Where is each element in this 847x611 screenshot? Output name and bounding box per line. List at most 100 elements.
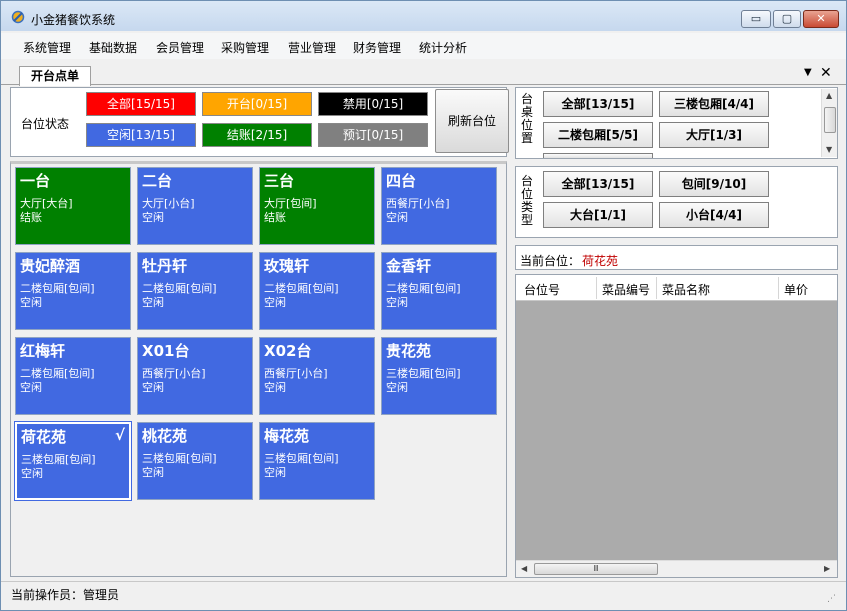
table-status: 空闲 — [386, 381, 408, 394]
table-area: 二楼包厢[包间] — [386, 282, 461, 295]
status-free-button[interactable]: 空闲[13/15] — [86, 123, 196, 147]
table-tile[interactable]: 二台大厅[小台] 空闲 — [137, 167, 253, 245]
type-private-room-button[interactable]: 包间[9/10] — [659, 171, 769, 197]
table-status: 空闲 — [264, 296, 286, 309]
table-area: 大厅[大台] — [20, 197, 73, 210]
minimize-button[interactable]: ▭ — [741, 10, 771, 28]
menu-bar: 系统管理 基础数据 会员管理 采购管理 营业管理 财务管理 统计分析 — [1, 33, 846, 59]
table-area: 二楼包厢[包间] — [20, 282, 95, 295]
menu-system[interactable]: 系统管理 — [23, 39, 71, 56]
menu-finance[interactable]: 财务管理 — [353, 39, 401, 56]
status-disabled-button[interactable]: 禁用[0/15] — [318, 92, 428, 116]
table-area: 大厅[小台] — [142, 197, 195, 210]
table-name: 牡丹轩 — [142, 257, 188, 275]
scroll-down-icon[interactable]: ▼ — [826, 145, 832, 154]
location-all-button[interactable]: 全部[13/15] — [543, 91, 653, 117]
table-name: X01台 — [142, 342, 190, 360]
table-tile[interactable]: 红梅轩二楼包厢[包间] 空闲 — [15, 337, 131, 415]
current-table-bar: 当前台位： 荷花苑 — [515, 245, 838, 270]
title-bar: 小金猪餐饮系统 ▭ ▢ ✕ — [1, 1, 846, 31]
table-tile[interactable]: 荷花苑三楼包厢[包间] 空闲 √ — [14, 421, 132, 501]
scroll-right-icon[interactable]: ▶ — [824, 564, 830, 573]
refresh-tables-button[interactable]: 刷新台位 — [435, 89, 509, 153]
table-area: 三楼包厢[包间] — [264, 452, 339, 465]
table-name: 荷花苑 — [21, 428, 67, 446]
table-tile[interactable]: 桃花苑 三楼包厢[包间] 空闲 — [137, 422, 253, 500]
table-tile[interactable]: X01台西餐厅[小台] 空闲 — [137, 337, 253, 415]
hscroll-thumb[interactable]: Ⅲ — [534, 563, 658, 575]
table-tile[interactable]: 一台 大厅[大台] 结账 — [15, 167, 131, 245]
menu-base-data[interactable]: 基础数据 — [89, 39, 137, 56]
table-tile[interactable]: 贵妃醉酒 二楼包厢[包间] 空闲 — [15, 252, 131, 330]
resize-grip-icon[interactable]: ⋰ — [827, 594, 836, 604]
table-area: 三楼包厢[包间] — [142, 452, 217, 465]
status-all-button[interactable]: 全部[15/15] — [86, 92, 196, 116]
window-title: 小金猪餐饮系统 — [31, 13, 116, 27]
menu-statistics[interactable]: 统计分析 — [419, 39, 467, 56]
table-area: 三楼包厢[包间] — [386, 367, 461, 380]
table-name: 一台 — [20, 172, 51, 190]
table-name: 金香轩 — [386, 257, 432, 275]
table-area: 三楼包厢[包间] — [21, 453, 96, 466]
menu-purchase[interactable]: 采购管理 — [221, 39, 269, 56]
menu-member[interactable]: 会员管理 — [156, 39, 204, 56]
type-large-table-button[interactable]: 大台[1/1] — [543, 202, 653, 228]
tab-strip: 开台点单 — [1, 61, 846, 86]
status-open-button[interactable]: 开台[0/15] — [202, 92, 312, 116]
tab-open-order[interactable]: 开台点单 — [19, 66, 91, 86]
table-status: 空闲 — [264, 381, 286, 394]
table-name: 红梅轩 — [20, 342, 66, 360]
table-name: 玫瑰轩 — [264, 257, 310, 275]
location-second-floor-button[interactable]: 二楼包厢[5/5] — [543, 122, 653, 148]
table-status: 空闲 — [264, 466, 286, 479]
table-tile[interactable]: 三台 大厅[包间] 结账 — [259, 167, 375, 245]
location-group-label: 台桌位置 — [520, 92, 533, 145]
table-area: 西餐厅[小台] — [264, 367, 328, 380]
maximize-button[interactable]: ▢ — [773, 10, 801, 28]
menu-business[interactable]: 营业管理 — [288, 39, 336, 56]
table-area: 二楼包厢[包间] — [20, 367, 95, 380]
table-tile[interactable]: 金香轩 二楼包厢[包间] 空闲 — [381, 252, 497, 330]
table-tile[interactable]: 牡丹轩 二楼包厢[包间] 空闲 — [137, 252, 253, 330]
col-dish-name[interactable]: 菜品名称 — [662, 281, 710, 298]
table-area: 二楼包厢[包间] — [142, 282, 217, 295]
table-status: 空闲 — [142, 211, 164, 224]
table-status: 空闲 — [20, 296, 42, 309]
table-tile[interactable]: 玫瑰轩 二楼包厢[包间] 空闲 — [259, 252, 375, 330]
table-tile[interactable]: 贵花苑三楼包厢[包间] 空闲 — [381, 337, 497, 415]
scroll-thumb[interactable] — [824, 107, 836, 133]
table-name: 二台 — [142, 172, 173, 190]
tab-close-icon[interactable]: ✕ — [820, 65, 832, 81]
scroll-up-icon[interactable]: ▲ — [826, 91, 832, 100]
scroll-left-icon[interactable]: ◀ — [521, 564, 527, 573]
table-tile[interactable]: 梅花苑三楼包厢[包间] 空闲 — [259, 422, 375, 500]
table-area: 大厅[包间] — [264, 197, 317, 210]
type-all-button[interactable]: 全部[13/15] — [543, 171, 653, 197]
col-unit-price[interactable]: 单价 — [784, 281, 808, 298]
table-status: 空闲 — [21, 467, 43, 480]
col-table-no[interactable]: 台位号 — [524, 281, 560, 298]
table-status: 空闲 — [142, 381, 164, 394]
location-hall-button[interactable]: 大厅[1/3] — [659, 122, 769, 148]
status-reserved-button[interactable]: 预订[0/15] — [318, 123, 428, 147]
current-table-label: 当前台位： — [520, 254, 581, 268]
selected-check-icon: √ — [114, 426, 125, 444]
table-name: 梅花苑 — [264, 427, 310, 445]
table-name: 贵花苑 — [386, 342, 432, 360]
table-tile[interactable]: X02台 西餐厅[小台] 空闲 — [259, 337, 375, 415]
type-small-table-button[interactable]: 小台[4/4] — [659, 202, 769, 228]
close-button[interactable]: ✕ — [803, 10, 839, 28]
table-status: 空闲 — [386, 211, 408, 224]
location-third-floor-button[interactable]: 三楼包厢[4/4] — [659, 91, 769, 117]
table-name: 四台 — [386, 172, 417, 190]
tab-dropdown-icon[interactable]: ▼ — [804, 67, 812, 78]
table-area: 西餐厅[小台] — [142, 367, 206, 380]
table-status: 空闲 — [20, 381, 42, 394]
table-tile[interactable]: 四台 西餐厅[小台] 空闲 — [381, 167, 497, 245]
col-dish-code[interactable]: 菜品编号 — [602, 281, 650, 298]
dish-grid-hscrollbar[interactable]: ◀ Ⅲ ▶ — [516, 560, 837, 577]
operator-label: 当前操作员：管理员 — [11, 588, 120, 602]
status-checkout-button[interactable]: 结账[2/15] — [202, 123, 312, 147]
location-scrollbar[interactable]: ▲ ▼ — [821, 89, 837, 157]
type-group-label: 台位类型 — [520, 174, 533, 227]
